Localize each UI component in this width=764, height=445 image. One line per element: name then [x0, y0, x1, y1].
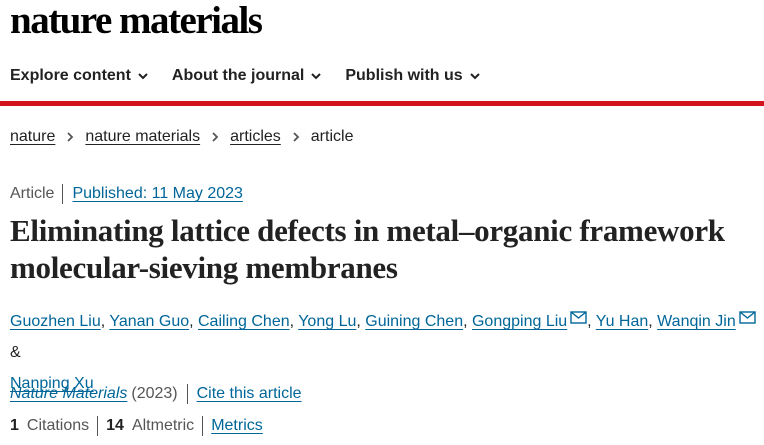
author-link[interactable]: Gongping Liu [472, 313, 567, 330]
journal-logo[interactable]: nature materials [10, 0, 263, 43]
author-separator: , [289, 313, 299, 330]
author-separator: , [587, 313, 596, 330]
article-meta: Article Published: 11 May 2023 [10, 184, 243, 204]
nav-publish-with-us-label: Publish with us [345, 67, 463, 84]
citations-label: Citations [26, 417, 90, 434]
nav-explore-content-label: Explore content [10, 67, 131, 84]
journal-citation-line: Nature Materials (2023) Cite this articl… [10, 384, 302, 404]
author-link[interactable]: Yu Han [596, 313, 648, 330]
breadcrumb-nature-materials[interactable]: nature materials [85, 128, 200, 146]
article-type: Article [10, 184, 64, 204]
metrics-link[interactable]: Metrics [211, 417, 263, 435]
citations-count: 1 [10, 417, 19, 434]
chevron-right-icon [210, 131, 220, 143]
publication-year: (2023) [131, 384, 188, 404]
chevron-right-icon [291, 131, 301, 143]
author-link[interactable]: Yong Lu [298, 313, 356, 330]
journal-link[interactable]: Nature Materials [10, 385, 127, 403]
breadcrumb-articles[interactable]: articles [230, 128, 281, 146]
chevron-right-icon [65, 131, 75, 143]
cite-article-link[interactable]: Cite this article [197, 385, 302, 403]
chevron-down-icon [136, 69, 150, 83]
author-link[interactable]: Yanan Guo [109, 313, 189, 330]
author-separator: , [356, 313, 366, 330]
nav-publish-with-us[interactable]: Publish with us [345, 64, 481, 88]
author-separator: & [10, 344, 21, 361]
published-date-link[interactable]: Published: 11 May 2023 [72, 185, 242, 203]
header-accent-bar [0, 101, 764, 106]
chevron-down-icon [309, 69, 323, 83]
article-metrics: 1 Citations 14 Altmetric Metrics [10, 416, 263, 436]
author-link[interactable]: Cailing Chen [198, 313, 290, 330]
author-separator: , [648, 313, 658, 330]
mail-icon[interactable] [739, 311, 756, 324]
breadcrumb-current: article [310, 128, 354, 145]
divider [202, 416, 204, 436]
nav-about-journal[interactable]: About the journal [172, 64, 323, 88]
nav-about-journal-label: About the journal [171, 67, 305, 84]
breadcrumb: nature nature materials articles article [10, 128, 353, 146]
author-link[interactable]: Guozhen Liu [10, 313, 101, 330]
author-link[interactable]: Guining Chen [365, 313, 463, 330]
article-title: Eliminating lattice defects in metal–org… [10, 213, 725, 285]
altmetric-label: Altmetric [131, 417, 195, 434]
chevron-down-icon [468, 69, 482, 83]
author-link[interactable]: Wanqin Jin [657, 313, 736, 330]
breadcrumb-nature[interactable]: nature [10, 128, 55, 146]
altmetric-count: 14 [106, 417, 124, 434]
nav-explore-content[interactable]: Explore content [10, 64, 150, 88]
author-separator: , [463, 313, 472, 330]
divider [97, 416, 99, 436]
mail-icon[interactable] [570, 311, 587, 324]
author-separator: , [189, 313, 198, 330]
main-nav: Explore content About the journal Publis… [10, 64, 504, 88]
